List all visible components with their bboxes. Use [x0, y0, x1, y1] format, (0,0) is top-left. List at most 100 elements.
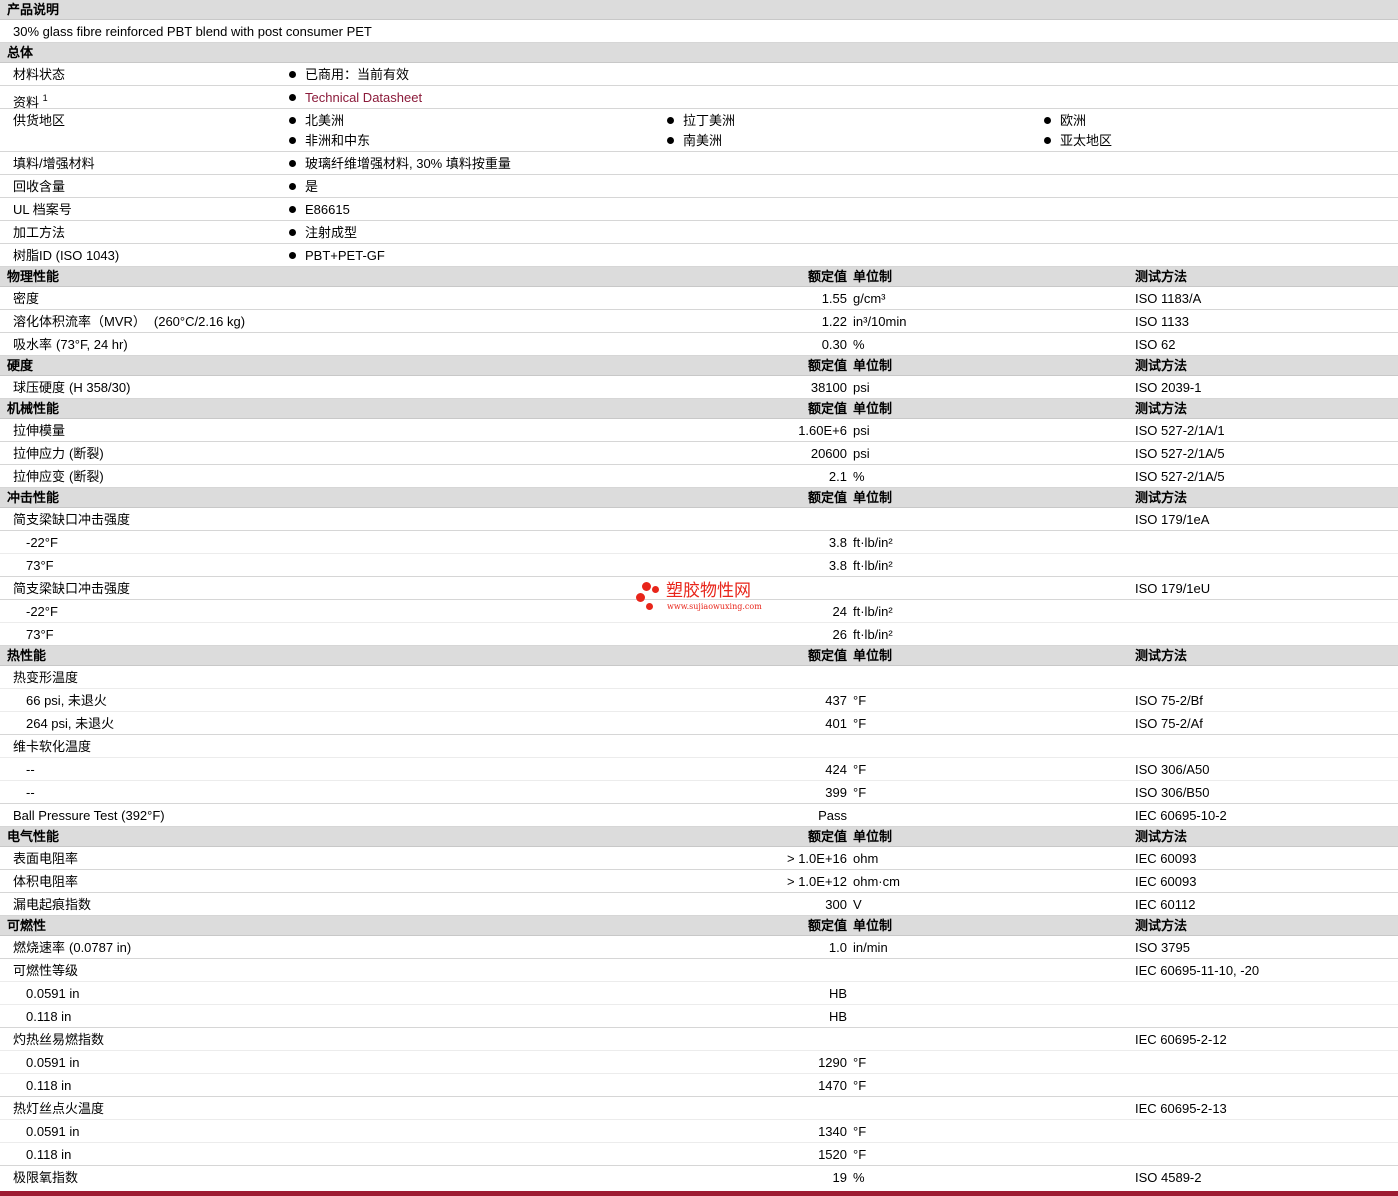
bullet-item: 注射成型 — [289, 223, 357, 243]
general-row-docs: 资料 1 Technical Datasheet — [0, 86, 1398, 110]
section-header-flammability: 可燃性 额定值 单位制 测试方法 — [0, 916, 1398, 936]
section-title: 冲击性能 — [7, 490, 60, 505]
property-value: 424 — [825, 762, 847, 777]
property-unit: ft·lb/in² — [853, 604, 893, 619]
property-group-row: 灼热丝易燃指数 IEC 60695-2-12 — [0, 1028, 1398, 1051]
property-name: 溶化体积流率（MVR） (260°C/2.16 kg) — [13, 314, 246, 329]
logo-dot-icon — [646, 603, 653, 610]
property-name: 热变形温度 — [13, 670, 79, 685]
property-value: 3.8 — [828, 535, 847, 550]
general-row-regions: 供货地区 北美洲 拉丁美洲 欧洲 非洲和中东 南美洲 亚太地区 — [0, 109, 1398, 152]
bullet-item: 是 — [289, 177, 318, 197]
column-header-test: 测试方法 — [1135, 918, 1188, 933]
property-condition: 264 psi, 未退火 — [26, 716, 115, 731]
test-method: ISO 2039-1 — [1135, 380, 1202, 395]
test-method: ISO 4589-2 — [1135, 1170, 1202, 1185]
property-unit: psi — [853, 423, 870, 438]
column-header-test: 测试方法 — [1135, 648, 1188, 663]
property-row: 球压硬度 (H 358/30) 38100 psi ISO 2039-1 — [0, 376, 1398, 399]
property-value: 1340 — [818, 1124, 847, 1139]
property-condition: 0.0591 in — [26, 1055, 80, 1070]
property-subrow: 66 psi, 未退火 437 °F ISO 75-2/Bf — [0, 689, 1398, 712]
test-method: ISO 62 — [1135, 337, 1176, 352]
property-unit: psi — [853, 446, 870, 461]
test-method: ISO 179/1eA — [1135, 512, 1210, 527]
property-condition: 0.118 in — [26, 1147, 72, 1162]
column-header-nominal: 额定值 — [807, 829, 847, 844]
property-subrow: 73°F 26 ft·lb/in² — [0, 623, 1398, 646]
column-header-test: 测试方法 — [1135, 269, 1188, 284]
property-value: 24 — [832, 604, 847, 619]
property-condition: 0.118 in — [26, 1009, 72, 1024]
property-row: 吸水率 (73°F, 24 hr) 0.30 % ISO 62 — [0, 333, 1398, 356]
property-row: Ball Pressure Test (392°F) Pass IEC 6069… — [0, 804, 1398, 827]
section-title: 电气性能 — [7, 829, 60, 844]
logo-dot-icon — [636, 593, 645, 602]
technical-datasheet-link[interactable]: Technical Datasheet — [305, 90, 422, 105]
property-unit: in/min — [853, 940, 888, 955]
property-unit: ft·lb/in² — [853, 535, 893, 550]
property-name: 密度 — [13, 291, 40, 306]
property-unit: ft·lb/in² — [853, 558, 893, 573]
property-value: 300 — [825, 897, 847, 912]
property-row: 体积电阻率 > 1.0E+12 ohm·cm IEC 60093 — [0, 870, 1398, 893]
section-title: 热性能 — [7, 648, 47, 663]
general-row-status: 材料状态 已商用：当前有效 — [0, 63, 1398, 86]
property-condition: -- — [26, 762, 35, 777]
bullet-icon — [289, 137, 296, 145]
property-value: 0.30 — [821, 337, 847, 352]
test-method: ISO 75-2/Af — [1135, 716, 1203, 731]
property-subrow: -22°F 3.8 ft·lb/in² — [0, 531, 1398, 554]
bullet-item[interactable]: Technical Datasheet — [289, 88, 422, 108]
section-header-electrical: 电气性能 额定值 单位制 测试方法 — [0, 827, 1398, 847]
bullet-icon — [289, 71, 296, 79]
property-group-row: 热变形温度 — [0, 666, 1398, 689]
property-value: HB — [828, 1009, 847, 1024]
property-condition: (断裂) — [69, 469, 104, 484]
property-value: 1.55 — [821, 291, 847, 306]
bullet-icon — [667, 137, 674, 145]
property-group-row: 可燃性等级 IEC 60695-11-10, -20 — [0, 959, 1398, 982]
watermark-url: www.sujiaowuxing.com — [667, 602, 762, 611]
watermark-title: 塑胶物性网 — [666, 581, 751, 601]
column-header-unit: 单位制 — [853, 401, 893, 416]
property-label: 回收含量 — [13, 179, 66, 194]
property-row: 漏电起痕指数 300 V IEC 60112 — [0, 893, 1398, 916]
column-header-nominal: 额定值 — [807, 269, 847, 284]
property-unit: ft·lb/in² — [853, 627, 893, 642]
property-value: 20600 — [810, 446, 847, 461]
section-title: 机械性能 — [7, 401, 60, 416]
property-condition: (0.0787 in) — [69, 940, 132, 955]
property-condition: (260°C/2.16 kg) — [153, 314, 246, 329]
test-method: ISO 306/B50 — [1135, 785, 1210, 800]
property-name: 热灯丝点火温度 — [13, 1101, 105, 1116]
property-row: 溶化体积流率（MVR） (260°C/2.16 kg) 1.22 in³/10mi… — [0, 310, 1398, 333]
property-unit: °F — [853, 1147, 867, 1162]
bullet-item: 南美洲 — [667, 131, 722, 151]
property-name: 灼热丝易燃指数 — [13, 1032, 105, 1047]
property-value: HB — [828, 986, 847, 1001]
property-row: 表面电阻率 > 1.0E+16 ohm IEC 60093 — [0, 847, 1398, 870]
property-subrow: 0.118 in 1470 °F — [0, 1074, 1398, 1097]
general-row-filler: 填料/增强材料 玻璃纤维增强材料, 30% 填料按重量 — [0, 152, 1398, 175]
property-unit: °F — [853, 762, 867, 777]
column-header-test: 测试方法 — [1135, 829, 1188, 844]
property-condition: -22°F — [26, 604, 58, 619]
property-name: 维卡软化温度 — [13, 739, 92, 754]
section-title: 可燃性 — [7, 918, 47, 933]
column-header-unit: 单位制 — [853, 490, 893, 505]
property-unit: ohm — [853, 851, 879, 866]
property-subrow: 0.118 in HB — [0, 1005, 1398, 1028]
bullet-item: E86615 — [289, 200, 350, 220]
property-row: 拉伸应力 (断裂) 20600 psi ISO 527-2/1A/5 — [0, 442, 1398, 465]
property-row: 燃烧速率 (0.0787 in) 1.0 in/min ISO 3795 — [0, 936, 1398, 959]
general-row-ul: UL 档案号 E86615 — [0, 198, 1398, 221]
section-header-thermal: 热性能 额定值 单位制 测试方法 — [0, 646, 1398, 666]
test-method: IEC 60695-11-10, -20 — [1135, 963, 1260, 978]
property-unit: ohm·cm — [853, 874, 900, 889]
property-row: 拉伸应变 (断裂) 2.1 % ISO 527-2/1A/5 — [0, 465, 1398, 488]
bullet-item: 亚太地区 — [1044, 131, 1112, 151]
bullet-item: 玻璃纤维增强材料, 30% 填料按重量 — [289, 154, 511, 174]
general-row-recycled: 回收含量 是 — [0, 175, 1398, 198]
property-name: Ball Pressure Test (392°F) — [13, 808, 165, 823]
